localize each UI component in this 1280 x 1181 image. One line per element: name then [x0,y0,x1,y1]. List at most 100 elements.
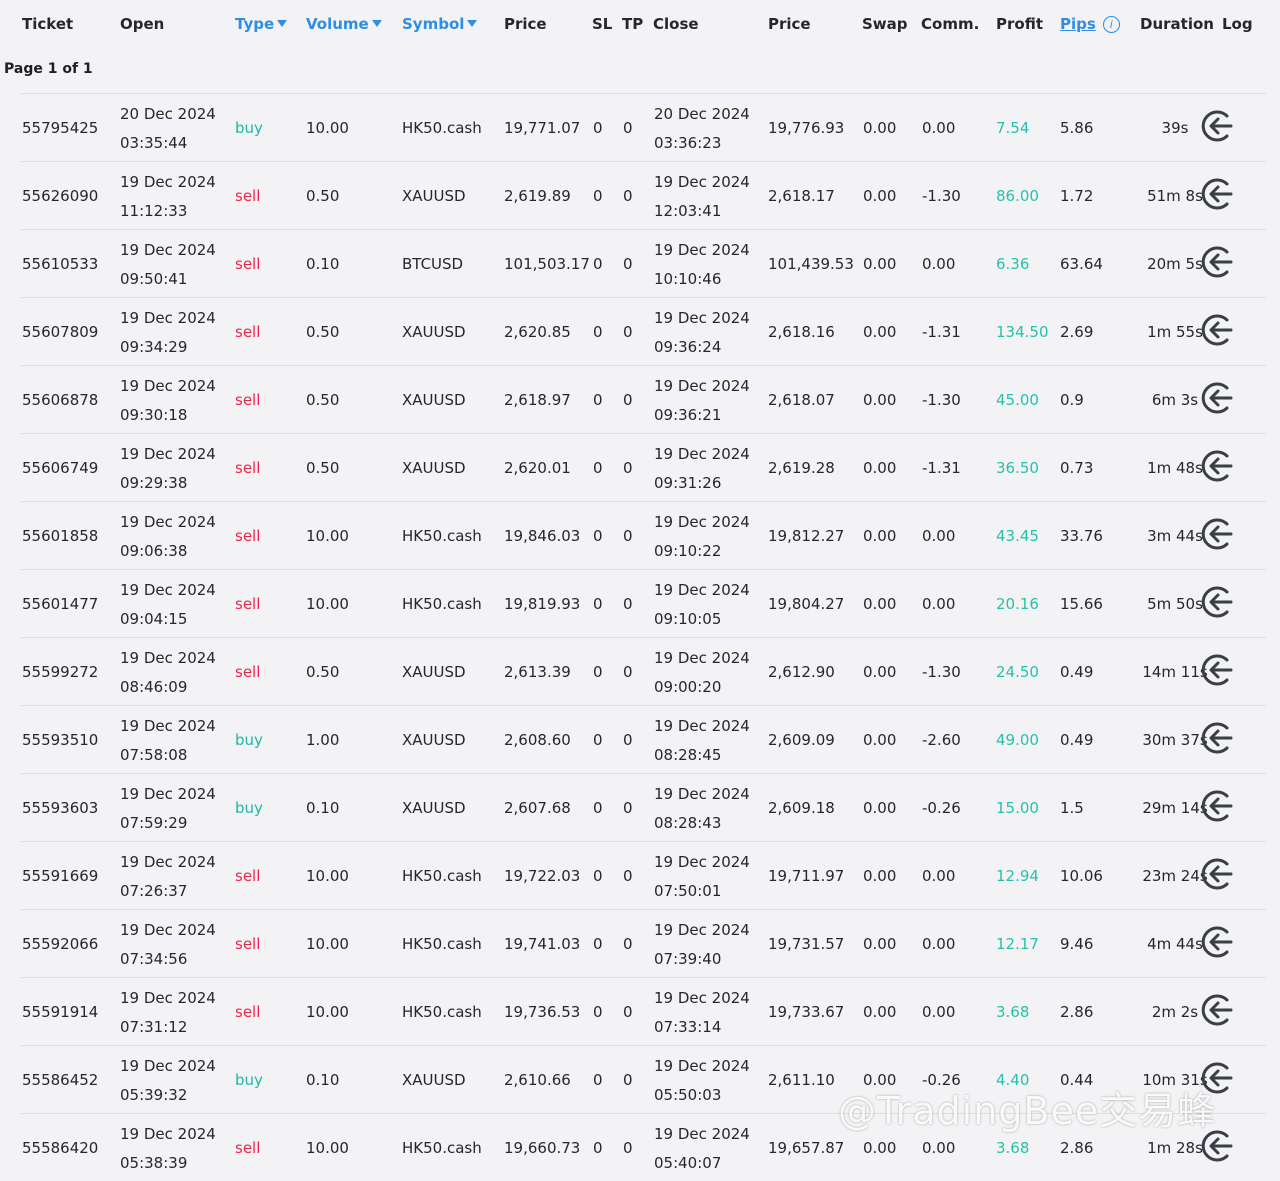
close-time-cell: 09:00:20 [654,678,722,696]
table-row: 55606749 19 Dec 2024 09:29:38 sell 0.50 XAUUS… [20,433,1266,501]
swap-cell: 0.00 [863,187,897,205]
log-icon[interactable] [1200,516,1236,552]
open-time-cell: 03:35:44 [120,134,188,152]
open-price-cell: 2,613.39 [504,663,571,681]
header-pips[interactable]: Pips i [1060,15,1120,33]
swap-cell: 0.00 [863,867,897,885]
header-type-sort[interactable]: Type [235,15,288,33]
close-time-cell: 08:28:43 [654,814,722,832]
log-icon[interactable] [1200,924,1236,960]
close-date-cell: 19 Dec 2024 [654,1125,750,1143]
open-time-cell: 07:58:08 [120,746,188,764]
open-time-cell: 11:12:33 [120,202,188,220]
log-icon[interactable] [1200,788,1236,824]
swap-cell: 0.00 [863,935,897,953]
log-icon[interactable] [1200,992,1236,1028]
comm-cell: -1.31 [922,323,961,341]
sl-cell: 0 [593,187,603,205]
profit-cell: 7.54 [996,119,1030,137]
close-price-cell: 19,733.67 [768,1003,845,1021]
profit-cell: 45.00 [996,391,1039,409]
volume-cell: 10.00 [306,1139,349,1157]
close-time-cell: 12:03:41 [654,202,722,220]
log-icon[interactable] [1200,244,1236,280]
open-price-cell: 2,619.89 [504,187,571,205]
table-row: 55591914 19 Dec 2024 07:31:12 sell 10.00 HK50… [20,977,1266,1045]
sl-cell: 0 [593,527,603,545]
header-sl: SL [592,15,613,33]
close-time-cell: 05:40:07 [654,1154,722,1172]
log-icon[interactable] [1200,584,1236,620]
header-volume-sort[interactable]: Volume [306,15,382,33]
volume-cell: 10.00 [306,1003,349,1021]
symbol-cell: XAUUSD [402,187,466,205]
log-icon[interactable] [1200,720,1236,756]
open-date-cell: 19 Dec 2024 [120,717,216,735]
close-date-cell: 19 Dec 2024 [654,853,750,871]
symbol-cell: HK50.cash [402,935,482,953]
close-time-cell: 09:36:24 [654,338,722,356]
close-date-cell: 20 Dec 2024 [654,105,750,123]
pips-cell: 15.66 [1060,595,1103,613]
table-row: 55592066 19 Dec 2024 07:34:56 sell 10.00 HK50… [20,909,1266,977]
profit-cell: 12.17 [996,935,1039,953]
comm-cell: -0.26 [922,799,961,817]
open-time-cell: 09:50:41 [120,270,188,288]
log-icon[interactable] [1200,312,1236,348]
pips-cell: 2.86 [1060,1003,1094,1021]
log-icon[interactable] [1200,108,1236,144]
table-row: 55599272 19 Dec 2024 08:46:09 sell 0.50 XAUUS… [20,637,1266,705]
open-price-cell: 19,722.03 [504,867,581,885]
swap-cell: 0.00 [863,391,897,409]
close-price-cell: 19,711.97 [768,867,845,885]
header-symbol-sort[interactable]: Symbol [402,15,478,33]
swap-cell: 0.00 [863,799,897,817]
watermark: @TradingBee交易蜂 [838,1089,1217,1133]
tp-cell: 0 [623,731,633,749]
symbol-cell: XAUUSD [402,391,466,409]
pips-cell: 1.5 [1060,799,1084,817]
comm-cell: -1.30 [922,187,961,205]
open-time-cell: 08:46:09 [120,678,188,696]
sl-cell: 0 [593,255,603,273]
log-icon[interactable] [1200,652,1236,688]
ticket-cell: 55586420 [22,1139,99,1157]
symbol-cell: XAUUSD [402,663,466,681]
profit-cell: 86.00 [996,187,1039,205]
open-time-cell: 05:39:32 [120,1086,188,1104]
open-date-cell: 19 Dec 2024 [120,309,216,327]
open-price-cell: 19,660.73 [504,1139,581,1157]
log-icon[interactable] [1200,856,1236,892]
symbol-cell: HK50.cash [402,1003,482,1021]
comm-cell: -1.30 [922,663,961,681]
header-comm: Comm. [921,15,980,33]
close-price-cell: 2,609.09 [768,731,835,749]
sl-cell: 0 [593,731,603,749]
type-cell: sell [235,459,261,477]
close-price-cell: 2,609.18 [768,799,835,817]
caret-down-icon [371,20,382,27]
log-icon[interactable] [1200,176,1236,212]
pips-cell: 0.9 [1060,391,1084,409]
volume-cell: 10.00 [306,527,349,545]
open-price-cell: 19,741.03 [504,935,581,953]
sl-cell: 0 [593,391,603,409]
close-time-cell: 07:33:14 [654,1018,722,1036]
volume-cell: 1.00 [306,731,340,749]
comm-cell: 0.00 [922,119,956,137]
info-icon[interactable]: i [1102,16,1120,33]
open-price-cell: 2,618.97 [504,391,571,409]
swap-cell: 0.00 [863,323,897,341]
close-price-cell: 19,804.27 [768,595,845,613]
profit-cell: 43.45 [996,527,1039,545]
volume-cell: 10.00 [306,867,349,885]
header-type-label: Type [235,15,275,33]
comm-cell: 0.00 [922,595,956,613]
table-header: Ticket Open Type Volume Symbol Price SL … [0,0,1280,50]
profit-cell: 12.94 [996,867,1039,885]
log-icon[interactable] [1200,380,1236,416]
open-time-cell: 07:26:37 [120,882,188,900]
tp-cell: 0 [623,1071,633,1089]
log-icon[interactable] [1200,448,1236,484]
header-close-price: Price [768,15,811,33]
